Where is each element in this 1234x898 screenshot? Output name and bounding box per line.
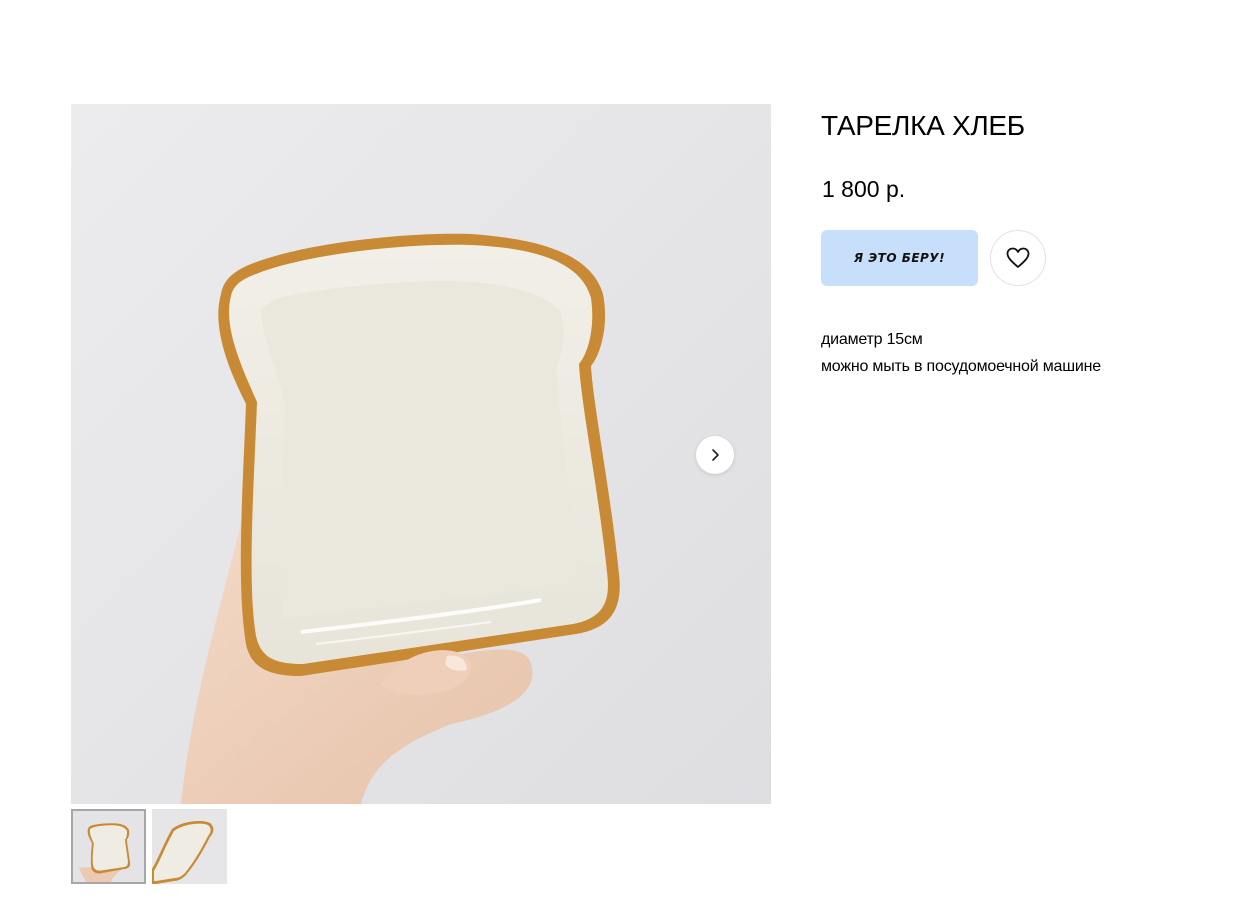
gallery-thumbnails xyxy=(71,809,227,884)
description-line-diameter: диаметр 15см xyxy=(821,331,923,348)
add-to-favorites-button[interactable] xyxy=(990,230,1046,286)
product-main-image[interactable] xyxy=(71,104,771,804)
thumbnail-2[interactable] xyxy=(152,809,227,884)
product-description: диаметр 15см можно мыть в посудомоечной … xyxy=(821,326,1101,380)
product-title: ТАРЕЛКА ХЛЕБ xyxy=(821,110,1025,141)
product-price: 1 800 р. xyxy=(822,176,906,202)
thumbnail-image xyxy=(152,809,227,884)
buy-button[interactable]: я это беру! xyxy=(821,230,978,286)
product-page: ТАРЕЛКА ХЛЕБ 1 800 р. я это беру! диамет… xyxy=(0,0,1234,898)
thumbnail-1[interactable] xyxy=(71,809,146,884)
heart-outline-icon xyxy=(1006,247,1030,268)
description-line-dishwasher: можно мыть в посудомоечной машине xyxy=(821,358,1101,375)
thumbnail-image xyxy=(73,811,144,882)
chevron-right-icon xyxy=(712,449,719,461)
gallery-next-button[interactable] xyxy=(696,436,734,474)
bread-plate-photo xyxy=(71,104,771,804)
